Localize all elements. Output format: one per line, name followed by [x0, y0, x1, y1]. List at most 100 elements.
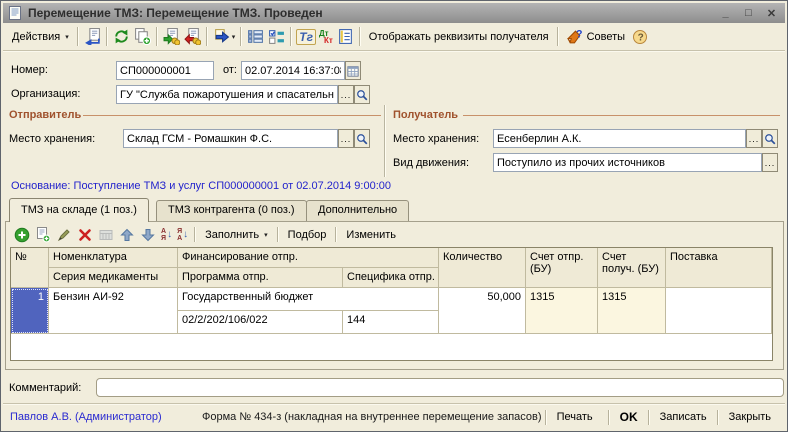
- rows-icon: [247, 28, 264, 45]
- sender-storage-label: Место хранения:: [9, 133, 95, 145]
- dt-kt-icon: Дт Кт: [319, 30, 333, 44]
- column-settings-button[interactable]: [267, 27, 286, 46]
- copy-row-button[interactable]: [34, 226, 52, 244]
- fill-button[interactable]: Заполнить ▾: [200, 227, 273, 243]
- col-header-financing: Финансирование отпр.: [178, 248, 439, 268]
- search-icon: [356, 133, 368, 145]
- date-input[interactable]: [241, 61, 345, 80]
- delete-row-button[interactable]: [76, 226, 94, 244]
- post-document-button[interactable]: [162, 27, 181, 46]
- ok-button[interactable]: OK: [613, 408, 645, 426]
- organization-input[interactable]: [116, 85, 338, 104]
- movement-type-select-button[interactable]: ...: [762, 153, 778, 172]
- footer-separator: [545, 410, 547, 425]
- organization-label: Организация:: [11, 88, 80, 100]
- journal-button[interactable]: [336, 27, 355, 46]
- date-from-label: от:: [223, 64, 237, 76]
- sort-ascending-button[interactable]: АЯ ↓: [159, 228, 174, 242]
- organization-lookup-button[interactable]: [354, 85, 370, 104]
- maximize-button[interactable]: □: [740, 7, 757, 19]
- search-icon: [356, 89, 368, 101]
- refresh-button[interactable]: [112, 27, 131, 46]
- receiver-group-rule: [463, 115, 780, 116]
- cell-account-from[interactable]: 1315: [526, 288, 598, 334]
- show-recipient-details-button[interactable]: Отображать реквизиты получателя: [364, 29, 554, 45]
- goto-button[interactable]: ▾: [212, 27, 237, 46]
- end-edit-button[interactable]: [97, 226, 115, 244]
- print-button[interactable]: Печать: [550, 409, 605, 425]
- sender-storage-input[interactable]: [123, 129, 338, 148]
- close-button[interactable]: ✕: [763, 7, 780, 20]
- save-button[interactable]: Записать: [653, 409, 714, 425]
- tab-additional[interactable]: Дополнительно: [306, 200, 409, 221]
- receiver-storage-lookup-button[interactable]: [762, 129, 778, 148]
- movement-type-input[interactable]: [493, 153, 762, 172]
- post-icon: [163, 28, 180, 45]
- pick-button[interactable]: Подбор: [283, 227, 332, 243]
- col-header-program: Программа отпр.: [178, 268, 343, 288]
- minimize-button[interactable]: _: [717, 7, 734, 19]
- sender-storage-select-button[interactable]: ...: [338, 129, 354, 148]
- basis-link[interactable]: Основание: Поступление ТМЗ и услуг СП000…: [11, 180, 391, 192]
- sort-descending-button[interactable]: ЯА ↓: [175, 228, 190, 242]
- edit-row-button[interactable]: [55, 226, 73, 244]
- row-number-cell[interactable]: 1: [11, 288, 49, 334]
- calendar-button[interactable]: [345, 61, 361, 80]
- receiver-group-title: Получатель: [393, 109, 458, 121]
- document-window: Перемещение ТМЗ: Перемещение ТМЗ. Провед…: [0, 0, 788, 432]
- unpost-document-button[interactable]: [183, 27, 202, 46]
- toolbar-separator: [156, 27, 158, 46]
- move-down-button[interactable]: [139, 226, 157, 244]
- receiver-storage-select-button[interactable]: ...: [746, 129, 762, 148]
- cell-specifics[interactable]: 144: [343, 311, 439, 334]
- movement-type-label: Вид движения:: [393, 157, 469, 169]
- tab-tmz-contractor[interactable]: ТМЗ контрагента (0 поз.): [156, 200, 307, 221]
- copy-document-button[interactable]: [133, 27, 152, 46]
- document-icon: [8, 6, 22, 20]
- col-header-delivery: Поставка: [666, 248, 772, 288]
- font-height-toggle-button[interactable]: Тг: [296, 29, 316, 45]
- cell-program[interactable]: 02/2/202/106/022: [178, 311, 343, 334]
- cell-quantity[interactable]: 50,000: [439, 288, 526, 334]
- tips-icon: ?: [567, 28, 584, 45]
- receiver-storage-input[interactable]: [493, 129, 746, 148]
- organization-select-button[interactable]: ...: [338, 85, 354, 104]
- cell-delivery[interactable]: [666, 288, 772, 334]
- footer-separator: [648, 410, 650, 425]
- move-up-button[interactable]: [118, 226, 136, 244]
- tab-tmz-on-warehouse[interactable]: ТМЗ на складе (1 поз.): [9, 198, 149, 222]
- sort-desc-icon: ЯА: [177, 228, 182, 242]
- copy-add-icon: [134, 28, 151, 45]
- font-height-icon: Тг: [299, 30, 313, 44]
- tips-button[interactable]: ? Советы: [562, 26, 630, 47]
- list-settings-button[interactable]: [246, 27, 265, 46]
- sender-group-title: Отправитель: [9, 109, 81, 121]
- arrow-down-icon: [140, 227, 156, 243]
- footer-buttons: Печать OK Записать Закрыть: [542, 408, 778, 426]
- change-button[interactable]: Изменить: [341, 227, 401, 243]
- table-empty-area[interactable]: [11, 334, 772, 360]
- actions-button[interactable]: Действия ▾: [7, 29, 74, 45]
- comment-label: Комментарий:: [9, 382, 81, 394]
- search-icon: [764, 133, 776, 145]
- col-header-nomenclature: Номенклатура: [49, 248, 178, 268]
- delete-icon: [77, 227, 93, 243]
- form-info: Форма № 434-з (накладная на внутреннее п…: [202, 411, 542, 423]
- current-user: Павлов А.В. (Администратор): [10, 411, 202, 423]
- title-bar: Перемещение ТМЗ: Перемещение ТМЗ. Провед…: [3, 3, 785, 23]
- sender-group-rule: [83, 115, 381, 116]
- help-button[interactable]: ?: [631, 28, 649, 46]
- cell-financing[interactable]: Государственный бюджет: [178, 288, 439, 311]
- number-input[interactable]: [116, 61, 214, 80]
- cell-account-to[interactable]: 1315: [598, 288, 666, 334]
- reread-document-button[interactable]: [83, 27, 102, 46]
- tab-panel: АЯ ↓ ЯА ↓ Заполнить ▾ Подбор Изменить: [5, 221, 784, 370]
- calendar-icon: [347, 65, 359, 77]
- cell-nomenclature[interactable]: Бензин АИ-92: [49, 288, 178, 334]
- close-form-button[interactable]: Закрыть: [722, 409, 778, 425]
- debit-credit-button[interactable]: Дт Кт: [318, 29, 334, 45]
- comment-input[interactable]: [96, 378, 784, 397]
- col-header-account-to: Счет получ. (БУ): [598, 248, 666, 288]
- add-row-button[interactable]: [13, 226, 31, 244]
- sender-storage-lookup-button[interactable]: [354, 129, 370, 148]
